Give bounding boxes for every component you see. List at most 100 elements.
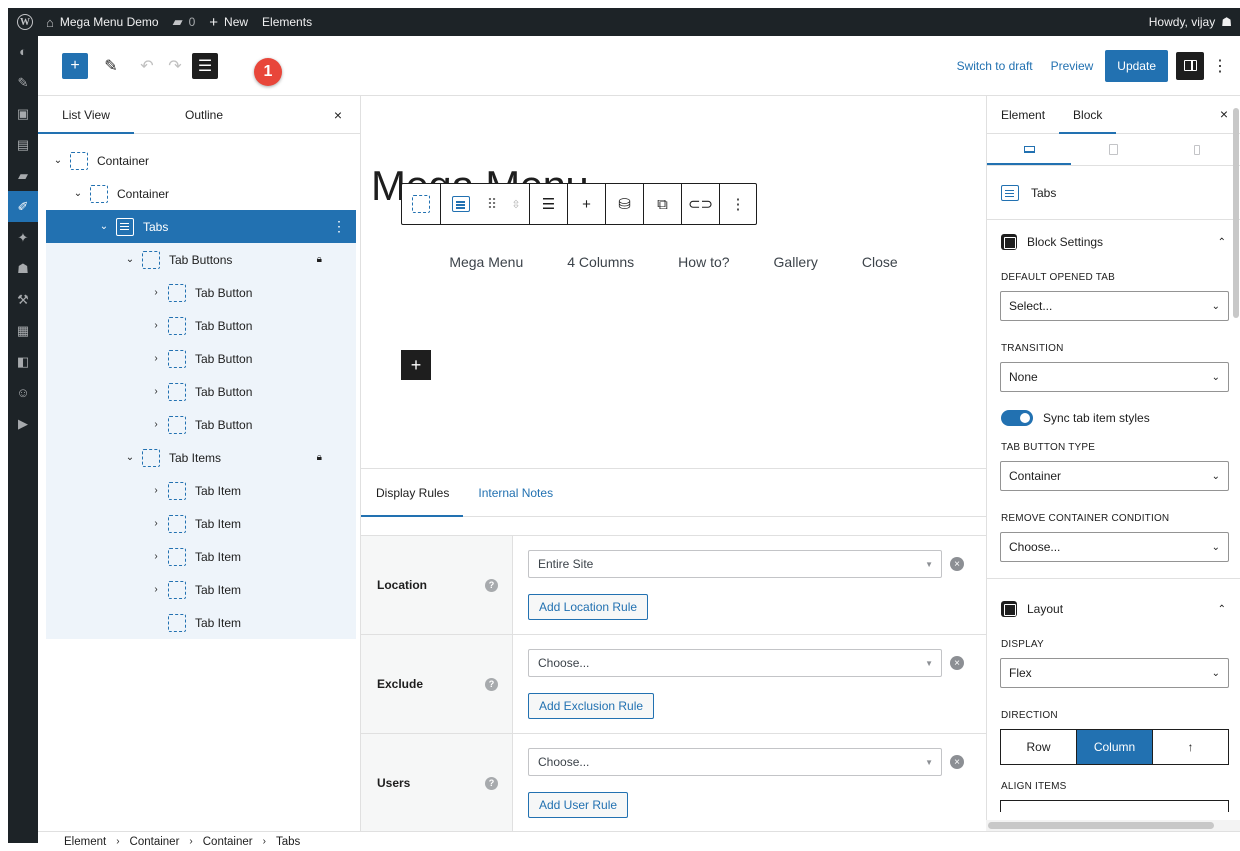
add-block-button[interactable]: +	[401, 350, 431, 380]
comments-link[interactable]: ▰ 0	[173, 14, 196, 30]
chevron-right-icon[interactable]: ›	[150, 320, 162, 331]
dashboard-icon[interactable]: ◐	[8, 36, 38, 67]
posts-icon[interactable]: ✎	[8, 67, 38, 98]
settings-sidebar-toggle[interactable]	[1176, 51, 1204, 80]
appearance-icon[interactable]: ✦	[8, 222, 38, 253]
breadcrumb-item[interactable]: Tabs	[276, 836, 300, 848]
close-icon[interactable]: ×	[334, 107, 342, 123]
accessibility-icon[interactable]: ☺	[8, 377, 38, 408]
tab-button[interactable]: How to?	[678, 254, 729, 270]
chevron-down-icon[interactable]: ⌄	[72, 188, 84, 199]
list-item[interactable]: ⌄ Container	[38, 144, 360, 177]
block-settings-panel-toggle[interactable]: Block Settings ⌃	[987, 220, 1240, 264]
tools-pencil-button[interactable]: ✎	[98, 53, 124, 79]
users-select[interactable]: Choose... ▼	[528, 748, 942, 776]
elements-link[interactable]: Elements	[262, 15, 312, 29]
sidebar-horizontal-scrollbar[interactable]	[986, 820, 1240, 831]
transition-select[interactable]: None ⌄	[1000, 362, 1229, 392]
select-parent-button[interactable]	[402, 184, 441, 224]
tab-internal-notes[interactable]: Internal Notes	[463, 469, 568, 517]
direction-row-button[interactable]: Row	[1001, 730, 1077, 764]
display-select[interactable]: Flex ⌄	[1000, 658, 1229, 688]
close-icon[interactable]: ×	[1220, 106, 1228, 122]
block-inserter-button[interactable]: +	[62, 52, 88, 79]
list-item[interactable]: ⌄ Tab Items 🔒︎	[46, 441, 356, 474]
list-item[interactable]: › Tab Item	[46, 573, 356, 606]
direction-column-button[interactable]: Column	[1077, 730, 1153, 764]
list-item[interactable]: › Tab Button	[46, 408, 356, 441]
chevron-right-icon[interactable]: ›	[150, 485, 162, 496]
new-content-link[interactable]: + New	[209, 14, 248, 31]
move-up-down-icon[interactable]: ⇳	[503, 184, 529, 224]
editor-canvas[interactable]: Mega Menu ⠿ ⇳ ☰ + ⛁ ⧉ ⊂⊃ ⋮ Mega Menu 4 C…	[361, 96, 986, 468]
duplicate-icon[interactable]: ⧉	[644, 184, 682, 224]
tab-button[interactable]: Close	[862, 254, 898, 270]
tab-button[interactable]: Gallery	[774, 254, 818, 270]
default-opened-tab-select[interactable]: Select... ⌄	[1000, 291, 1229, 321]
sidebar-scrollbar[interactable]	[1233, 108, 1239, 318]
align-button[interactable]: ☰	[530, 184, 568, 224]
add-user-rule-button[interactable]: Add User Rule	[528, 792, 629, 818]
more-options-icon[interactable]: ⋮	[720, 184, 756, 224]
link-icon[interactable]: ⊂⊃	[682, 184, 720, 224]
preview-link[interactable]: Preview	[1051, 59, 1094, 73]
play-icon[interactable]: ▶	[8, 408, 38, 439]
tab-element[interactable]: Element	[987, 96, 1059, 134]
update-button[interactable]: Update	[1105, 49, 1168, 82]
layout-panel-toggle[interactable]: Layout ⌃	[987, 587, 1240, 631]
drag-handle-icon[interactable]: ⠿	[481, 184, 503, 224]
add-location-rule-button[interactable]: Add Location Rule	[528, 594, 649, 620]
document-overview-button[interactable]: ☰	[192, 52, 218, 79]
list-item[interactable]: ⌄ Container	[38, 177, 360, 210]
list-item[interactable]: › Tab Button	[46, 309, 356, 342]
help-icon[interactable]: ?	[485, 776, 498, 790]
database-icon[interactable]: ⛁	[606, 184, 644, 224]
tab-list-view[interactable]: List View	[38, 96, 134, 134]
site-name-link[interactable]: ⌂ Mega Menu Demo	[46, 15, 159, 30]
chevron-right-icon[interactable]: ›	[150, 518, 162, 529]
list-item[interactable]: › Tab Button	[46, 276, 356, 309]
chevron-right-icon[interactable]: ›	[150, 287, 162, 298]
undo-button[interactable]: ↶	[134, 53, 160, 79]
list-item[interactable]: › Tab Button	[46, 375, 356, 408]
clear-icon[interactable]: ×	[950, 656, 964, 670]
list-item[interactable]: › Tab Item	[46, 474, 356, 507]
block-type-button[interactable]	[441, 184, 481, 224]
add-tab-button[interactable]: +	[568, 184, 606, 224]
tablet-icon[interactable]	[1071, 134, 1155, 165]
options-menu-icon[interactable]: ⋮	[1212, 56, 1228, 76]
help-icon[interactable]: ?	[485, 677, 498, 691]
chevron-down-icon[interactable]: ⌄	[124, 452, 136, 463]
tab-button[interactable]: Mega Menu	[449, 254, 523, 270]
chevron-right-icon[interactable]: ›	[150, 353, 162, 364]
chevron-right-icon[interactable]: ›	[150, 419, 162, 430]
exclude-select[interactable]: Choose... ▼	[528, 649, 942, 677]
blocks-icon[interactable]: ◧	[8, 346, 38, 377]
chevron-down-icon[interactable]: ⌄	[52, 155, 64, 166]
switch-to-draft-link[interactable]: Switch to draft	[957, 59, 1033, 73]
breadcrumb-item[interactable]: Container	[130, 836, 180, 848]
clear-icon[interactable]: ×	[950, 755, 964, 769]
account-menu[interactable]: Howdy, vijay ☗	[1149, 15, 1232, 29]
pages-icon[interactable]: ▤	[8, 129, 38, 160]
list-item[interactable]: Tab Item	[46, 606, 356, 639]
tools-icon[interactable]: ⚒	[8, 284, 38, 315]
direction-reverse-button[interactable]: ↑	[1153, 730, 1228, 764]
clear-icon[interactable]: ×	[950, 557, 964, 571]
tab-button[interactable]: 4 Columns	[567, 254, 634, 270]
list-item[interactable]: › Tab Item	[46, 540, 356, 573]
tab-block[interactable]: Block	[1059, 96, 1116, 134]
comments-menu-icon[interactable]: ▰	[8, 160, 38, 191]
list-item[interactable]: › Tab Button	[46, 342, 356, 375]
chevron-down-icon[interactable]: ⌄	[98, 221, 110, 232]
remove-container-condition-select[interactable]: Choose... ⌄	[1000, 532, 1229, 562]
tab-button-type-select[interactable]: Container ⌄	[1000, 461, 1229, 491]
tab-outline[interactable]: Outline	[134, 96, 274, 134]
elements-menu-icon[interactable]: ✐	[8, 191, 38, 222]
chevron-right-icon[interactable]: ›	[150, 584, 162, 595]
sync-styles-toggle[interactable]	[1001, 410, 1033, 426]
wordpress-logo-icon[interactable]: W	[8, 14, 42, 30]
add-exclusion-rule-button[interactable]: Add Exclusion Rule	[528, 693, 655, 719]
help-icon[interactable]: ?	[485, 578, 498, 592]
redo-button[interactable]: ↷	[162, 53, 188, 79]
